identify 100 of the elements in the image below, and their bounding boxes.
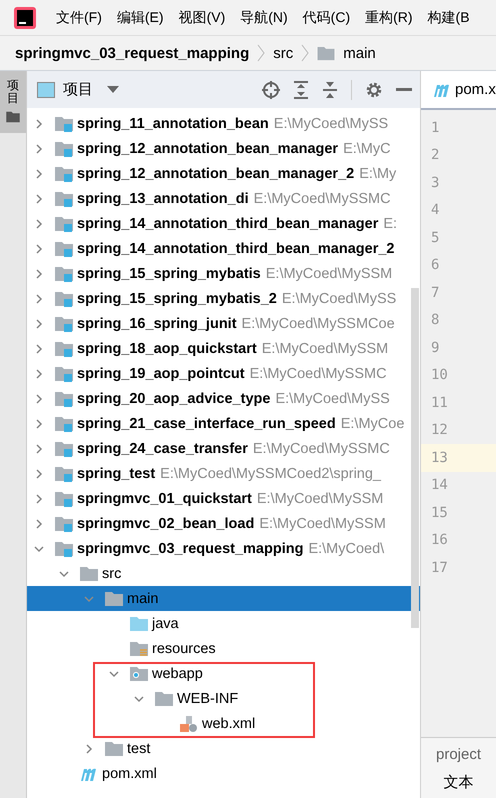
tree-row[interactable]: spring_24_case_transfer E:\MyCoed\MySSMC <box>27 436 420 461</box>
project-path: E:\MyCoed\MySSMCoed2\spring_ <box>160 466 381 482</box>
collapse-chevron-icon[interactable] <box>34 444 44 454</box>
module-folder-icon <box>55 216 73 232</box>
minimize-icon[interactable] <box>396 88 412 92</box>
collapse-chevron-icon[interactable] <box>34 468 44 478</box>
collapse-chevron-icon[interactable] <box>34 118 44 128</box>
expand-chevron-icon[interactable] <box>34 544 44 554</box>
tree-label: spring_15_spring_mybatis <box>77 266 261 282</box>
structure-tab[interactable]: 文本 <box>444 773 474 792</box>
collapse-chevron-icon[interactable] <box>34 218 44 228</box>
tree-row[interactable]: web.xml <box>27 711 420 736</box>
project-path: E:\MyCoed\MySS <box>282 290 396 306</box>
tree-row[interactable]: resources <box>27 636 420 661</box>
tree-row[interactable]: src <box>27 561 420 586</box>
module-folder-icon <box>55 240 73 256</box>
menu-item[interactable]: 代码(C) <box>302 8 350 26</box>
tree-row[interactable]: springmvc_03_request_mapping E:\MyCoed\ <box>27 536 420 561</box>
tree-row[interactable]: spring_14_annotation_third_bean_manager_2 <box>27 236 420 261</box>
expand-chevron-icon[interactable] <box>59 568 69 578</box>
tree-row[interactable]: pom.xml <box>27 761 420 786</box>
line-number: 11 <box>430 394 449 413</box>
collapse-chevron-icon[interactable] <box>34 294 44 304</box>
module-folder-icon <box>55 116 73 132</box>
tree-row[interactable]: spring_15_spring_mybatis E:\MyCoed\MySSM <box>27 261 420 286</box>
collapse-chevron-icon[interactable] <box>34 344 44 354</box>
line-number: 10 <box>430 366 449 386</box>
menu-item[interactable]: 视图(V) <box>178 8 226 26</box>
menu-item[interactable]: 文件(F) <box>56 8 102 26</box>
structure-tab[interactable]: project <box>436 746 482 763</box>
module-folder-icon <box>55 466 73 482</box>
settings-icon[interactable] <box>365 80 383 98</box>
app-logo-icon[interactable] <box>14 6 36 28</box>
tree-row[interactable]: springmvc_01_quickstart E:\MyCoed\MySSM <box>27 486 420 511</box>
tree-row[interactable]: spring_14_annotation_third_bean_manager E: <box>27 211 420 236</box>
collapse-chevron-icon[interactable] <box>34 418 44 428</box>
tree-row[interactable]: WEB-INF <box>27 686 420 711</box>
tree-row[interactable]: spring_20_aop_advice_type E:\MyCoed\MySS <box>27 386 420 411</box>
expand-chevron-icon[interactable] <box>109 668 119 678</box>
project-tool-button[interactable]: 项目 <box>0 71 26 134</box>
collapse-chevron-icon[interactable] <box>34 244 44 254</box>
module-folder-icon <box>55 540 73 556</box>
breadcrumb-item[interactable]: main <box>343 44 376 62</box>
collapse-chevron-icon[interactable] <box>34 368 44 378</box>
line-number: 12 <box>430 421 449 440</box>
line-number: 15 <box>430 504 449 523</box>
collapse-chevron-icon[interactable] <box>34 318 44 328</box>
tree-row[interactable]: spring_15_spring_mybatis_2 E:\MyCoed\MySS <box>27 286 420 311</box>
tree-row[interactable]: spring_12_annotation_bean_manager_2 E:\My <box>27 161 420 186</box>
tree-label: src <box>102 566 122 582</box>
locate-icon[interactable] <box>262 80 280 98</box>
tree-row[interactable]: test <box>27 736 420 761</box>
module-folder-icon <box>55 290 73 306</box>
breadcrumb-item[interactable]: springmvc_03_request_mapping <box>15 44 250 62</box>
module-folder-icon <box>55 490 73 506</box>
collapse-chevron-icon[interactable] <box>34 268 44 278</box>
project-path: E:\My <box>359 166 396 182</box>
tree-row[interactable]: spring_12_annotation_bean_manager E:\MyC <box>27 136 420 161</box>
line-number: 3 <box>430 174 440 193</box>
tree-row[interactable]: springmvc_02_bean_load E:\MyCoed\MySSM <box>27 511 420 536</box>
tree-row[interactable]: main <box>27 586 420 611</box>
editor-tab[interactable]: pom.x <box>421 71 496 110</box>
tree-row[interactable]: webapp <box>27 661 420 686</box>
dropdown-caret-icon[interactable] <box>107 86 119 93</box>
collapse-chevron-icon[interactable] <box>34 194 44 204</box>
tree-label: java <box>152 616 179 632</box>
menu-item[interactable]: 编辑(E) <box>116 8 164 26</box>
expand-all-icon[interactable] <box>293 80 309 98</box>
collapse-chevron-icon[interactable] <box>34 394 44 404</box>
tree-label: spring_20_aop_advice_type <box>77 390 270 406</box>
collapse-chevron-icon[interactable] <box>34 494 44 504</box>
tree-row[interactable]: spring_13_annotation_di E:\MyCoed\MySSMC <box>27 186 420 211</box>
collapse-all-icon[interactable] <box>322 80 338 98</box>
tree-label: spring_14_annotation_third_bean_manager_2 <box>77 240 394 256</box>
module-folder-icon <box>55 440 73 456</box>
collapse-chevron-icon[interactable] <box>34 144 44 154</box>
tree-row[interactable]: spring_18_aop_quickstart E:\MyCoed\MySSM <box>27 336 420 361</box>
tree-row[interactable]: spring_test E:\MyCoed\MySSMCoed2\spring_ <box>27 461 420 486</box>
menu-item[interactable]: 重构(R) <box>365 8 413 26</box>
tree-label: webapp <box>152 666 203 682</box>
resource-folder-icon <box>130 640 148 656</box>
scrollbar-thumb[interactable] <box>411 288 419 628</box>
tree-row[interactable]: java <box>27 611 420 636</box>
panel-title[interactable]: 项目 <box>63 80 93 99</box>
tree-row[interactable]: spring_11_annotation_bean E:\MyCoed\MySS <box>27 111 420 136</box>
folder-icon <box>105 590 123 606</box>
project-path: E:\MyCoed\MySSMCoe <box>242 316 395 332</box>
tree-row[interactable]: spring_19_aop_pointcut E:\MyCoed\MySSMC <box>27 361 420 386</box>
chevron-separator-icon <box>301 44 310 62</box>
tree-label: spring_12_annotation_bean_manager_2 <box>77 166 354 182</box>
collapse-chevron-icon[interactable] <box>34 518 44 528</box>
expand-chevron-icon[interactable] <box>134 694 144 704</box>
menu-item[interactable]: 导航(N) <box>240 8 288 26</box>
collapse-chevron-icon[interactable] <box>84 744 94 754</box>
project-path: E:\MyCoed\MySSMC <box>254 190 391 206</box>
menu-item[interactable]: 构建(B <box>428 8 470 26</box>
tree-row[interactable]: spring_21_case_interface_run_speed E:\MyCoe <box>27 411 420 436</box>
tree-row[interactable]: spring_16_spring_junit E:\MyCoed\MySSMCoe <box>27 311 420 336</box>
collapse-chevron-icon[interactable] <box>34 168 44 178</box>
breadcrumb-item[interactable]: src <box>273 44 294 62</box>
